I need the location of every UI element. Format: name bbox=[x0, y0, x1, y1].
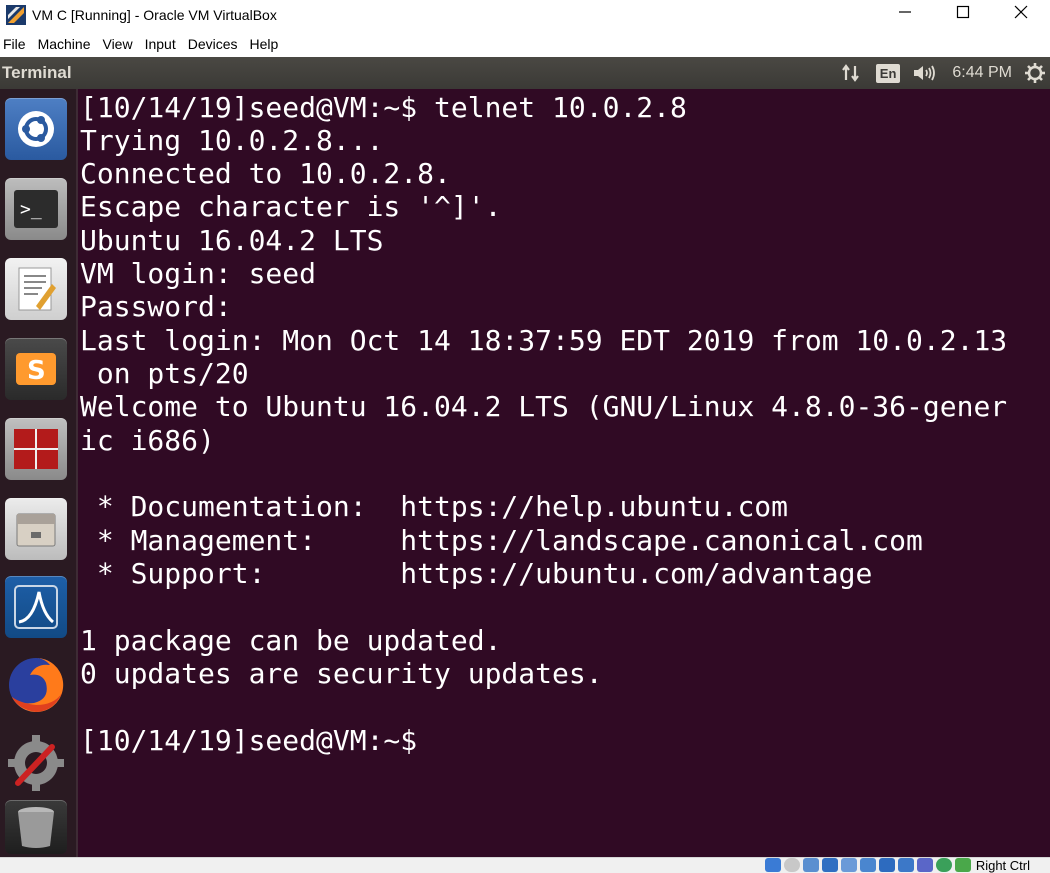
terminal-line: * Support: https://ubuntu.com/advantage bbox=[80, 557, 873, 590]
terminal-line: Ubuntu 16.04.2 LTS bbox=[80, 224, 384, 257]
system-settings-icon[interactable] bbox=[3, 729, 69, 797]
virtualbox-icon bbox=[6, 5, 26, 25]
trash-icon[interactable] bbox=[3, 793, 69, 861]
menu-machine[interactable]: Machine bbox=[36, 36, 100, 52]
host-key-label: Right Ctrl bbox=[975, 858, 1030, 873]
terminal-line: 1 package can be updated. bbox=[80, 624, 502, 657]
terminal-line: * Documentation: https://help.ubuntu.com bbox=[80, 490, 789, 523]
terminal-line: VM login: seed bbox=[80, 257, 317, 290]
optical-drive-icon[interactable] bbox=[783, 858, 800, 872]
terminal-line: [10/14/19]seed@VM:~$ telnet 10.0.2.8 bbox=[80, 91, 687, 124]
maximize-icon[interactable] bbox=[934, 0, 992, 24]
minimize-icon[interactable] bbox=[876, 0, 934, 24]
system-gear-icon[interactable] bbox=[1024, 62, 1046, 84]
files-icon[interactable] bbox=[3, 495, 69, 563]
terminal-line: Connected to 10.0.2.8. bbox=[80, 157, 451, 190]
usb-icon[interactable] bbox=[840, 858, 857, 872]
terminal-window[interactable]: [10/14/19]seed@VM:~$ telnet 10.0.2.8 Try… bbox=[78, 89, 1050, 857]
display-icon[interactable] bbox=[878, 858, 895, 872]
svg-text:S: S bbox=[27, 356, 46, 386]
window-title: VM C [Running] - Oracle VM VirtualBox bbox=[32, 7, 277, 23]
window-titlebar: VM C [Running] - Oracle VM VirtualBox bbox=[0, 0, 1050, 30]
sublime-text-icon[interactable]: S bbox=[3, 335, 69, 403]
menu-help[interactable]: Help bbox=[248, 36, 288, 52]
vm-statusbar: Right Ctrl bbox=[0, 857, 1050, 873]
keyboard-capture-icon[interactable] bbox=[954, 858, 971, 872]
video-capture-icon[interactable] bbox=[897, 858, 914, 872]
keyboard-layout-indicator[interactable]: En bbox=[875, 63, 901, 83]
terminal-prompt: [10/14/19]seed@VM:~$ bbox=[80, 724, 418, 757]
menu-view[interactable]: View bbox=[100, 36, 141, 52]
active-app-title: Terminal bbox=[2, 63, 72, 82]
clock[interactable]: 6:44 PM bbox=[952, 64, 1012, 82]
volume-icon[interactable] bbox=[912, 62, 938, 84]
cpu-icon[interactable] bbox=[916, 858, 933, 872]
terminal-line: Welcome to Ubuntu 16.04.2 LTS (GNU/Linux… bbox=[80, 390, 1008, 423]
text-editor-icon[interactable] bbox=[3, 255, 69, 323]
terminal-line: ic i686) bbox=[80, 424, 215, 457]
terminal-line: 0 updates are security updates. bbox=[80, 657, 603, 690]
storage-icon[interactable] bbox=[764, 858, 781, 872]
menu-devices[interactable]: Devices bbox=[186, 36, 247, 52]
ubuntu-dash-icon[interactable] bbox=[3, 95, 69, 163]
audio-icon[interactable] bbox=[802, 858, 819, 872]
firefox-icon[interactable] bbox=[3, 651, 69, 719]
terminal-line: Trying 10.0.2.8... bbox=[80, 124, 384, 157]
terminal-icon[interactable]: >_ bbox=[3, 175, 69, 243]
menu-file[interactable]: File bbox=[0, 36, 35, 52]
terminator-icon[interactable] bbox=[3, 415, 69, 483]
svg-text:>_: >_ bbox=[20, 199, 42, 220]
unity-launcher: >_ S bbox=[0, 89, 78, 857]
ubuntu-top-panel: Terminal En 6:44 PM bbox=[0, 57, 1050, 89]
terminal-line: Password: bbox=[80, 290, 232, 323]
shared-folders-icon[interactable] bbox=[859, 858, 876, 872]
mouse-integration-icon[interactable] bbox=[935, 858, 952, 872]
terminal-line: Last login: Mon Oct 14 18:37:59 EDT 2019… bbox=[80, 324, 1008, 357]
terminal-line: Escape character is '^]'. bbox=[80, 190, 502, 223]
vm-menubar: File Machine View Input Devices Help bbox=[0, 30, 1050, 57]
network-adapter-icon[interactable] bbox=[821, 858, 838, 872]
terminal-line: on pts/20 bbox=[80, 357, 249, 390]
network-icon[interactable] bbox=[840, 62, 862, 84]
menu-input[interactable]: Input bbox=[143, 36, 185, 52]
wireshark-icon[interactable] bbox=[3, 573, 69, 641]
close-icon[interactable] bbox=[992, 0, 1050, 24]
terminal-line: * Management: https://landscape.canonica… bbox=[80, 524, 923, 557]
